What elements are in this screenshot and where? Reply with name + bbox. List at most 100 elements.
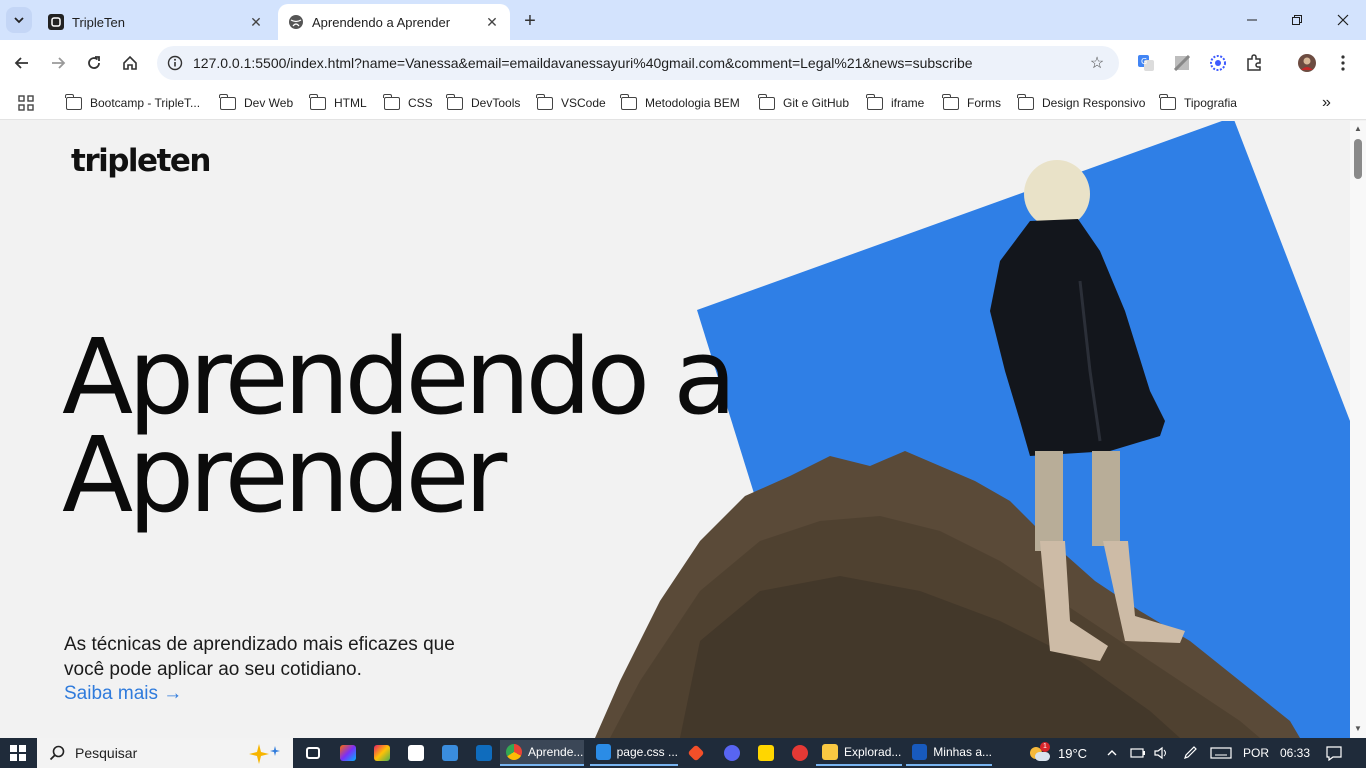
copilot-app-icon[interactable] <box>334 740 362 766</box>
restore-icon <box>1292 15 1302 25</box>
forward-button[interactable] <box>44 49 72 77</box>
bookmark-folder[interactable]: Tipografia <box>1159 92 1237 114</box>
svg-text:G: G <box>1141 57 1147 66</box>
taskbar-app-label: Explorad... <box>844 745 902 759</box>
search-placeholder: Pesquisar <box>75 745 138 761</box>
clock[interactable]: 06:33 <box>1280 738 1310 768</box>
settings-app-icon[interactable] <box>436 740 464 766</box>
camera-app-icon[interactable] <box>402 740 430 766</box>
taskbar-app-label: page.css ... <box>616 745 678 759</box>
bookmark-folder[interactable]: Forms <box>942 92 1001 114</box>
close-window-button[interactable] <box>1320 6 1366 34</box>
bookmark-label: DevTools <box>471 96 521 110</box>
bookmark-label: Git e GitHub <box>783 96 850 110</box>
weather-widget[interactable]: 1 19°C <box>1028 738 1087 768</box>
folder-icon <box>446 93 463 110</box>
battery-icon[interactable] <box>1130 738 1146 768</box>
bookmark-star-icon[interactable]: ☆ <box>1083 49 1111 77</box>
taskbar-app-label: Aprende... <box>528 745 584 759</box>
windows-start-icon[interactable] <box>10 745 26 761</box>
notifications-icon[interactable] <box>1325 738 1343 768</box>
figure-hair <box>1024 160 1090 228</box>
folder-icon <box>65 93 82 110</box>
volume-icon[interactable] <box>1154 738 1170 768</box>
restore-button[interactable] <box>1274 6 1320 34</box>
weather-icon: 1 <box>1028 742 1050 762</box>
profile-avatar-icon[interactable] <box>1297 53 1317 73</box>
bookmark-label: Tipografia <box>1184 96 1237 110</box>
tab-aprendendo[interactable]: Aprendendo a Aprender ✕ <box>278 4 510 40</box>
folder-icon <box>620 93 637 110</box>
scroll-up-icon[interactable]: ▲ <box>1354 125 1362 133</box>
hero-subtitle: As técnicas de aprendizado mais eficazes… <box>64 634 455 680</box>
sticky-notes-app-icon[interactable] <box>752 740 780 766</box>
task-view-icon[interactable] <box>300 740 326 766</box>
language-indicator[interactable]: POR <box>1243 738 1269 768</box>
taskbar-app-label: Minhas a... <box>933 745 992 759</box>
tab-title: Aprendendo a Aprender <box>312 14 451 30</box>
bookmark-folder[interactable]: Dev Web <box>219 92 293 114</box>
folder-icon <box>309 93 326 110</box>
tab-title: TripleTen <box>72 14 125 30</box>
close-tab-icon[interactable]: ✕ <box>246 12 266 32</box>
taskbar-chrome[interactable]: Aprende... <box>500 740 584 766</box>
git-app-icon[interactable] <box>684 740 708 766</box>
globe-icon <box>288 14 304 30</box>
home-button[interactable] <box>116 49 144 77</box>
more-bookmarks-button[interactable]: » <box>1322 92 1331 114</box>
page-scrollbar[interactable]: ▲ ▼ <box>1350 121 1366 738</box>
close-tab-icon[interactable]: ✕ <box>482 12 502 32</box>
folder-icon <box>1159 93 1176 110</box>
word-icon <box>912 744 928 760</box>
close-icon <box>1337 14 1349 26</box>
arrow-left-icon <box>14 57 28 69</box>
google-translate-icon[interactable]: G <box>1136 53 1156 73</box>
extensions-puzzle-icon[interactable] <box>1244 53 1264 73</box>
bookmark-folder[interactable]: VSCode <box>536 92 606 114</box>
extension-square-icon[interactable] <box>1172 53 1192 73</box>
bookmark-folder[interactable]: HTML <box>309 92 367 114</box>
taskbar-word[interactable]: Minhas a... <box>906 740 992 766</box>
discord-app-icon[interactable] <box>718 740 746 766</box>
site-info-icon[interactable] <box>165 53 185 73</box>
menu-dots-icon[interactable] <box>1333 53 1353 73</box>
learn-more-link[interactable]: Saiba mais → <box>64 683 182 705</box>
paint-app-icon[interactable] <box>368 740 396 766</box>
keyboard-icon[interactable] <box>1210 738 1232 768</box>
tab-search-button[interactable] <box>6 7 32 33</box>
tripleten-logo[interactable]: tripleten <box>71 143 212 179</box>
bookmark-folder[interactable]: iframe <box>866 92 925 114</box>
taskbar-search[interactable]: Pesquisar <box>37 738 293 768</box>
scroll-thumb[interactable] <box>1354 139 1362 179</box>
bookmark-folder[interactable]: Git e GitHub <box>758 92 850 114</box>
url-text[interactable]: 127.0.0.1:5500/index.html?name=Vanessa&e… <box>193 55 1083 71</box>
media-player-app-icon[interactable] <box>786 740 814 766</box>
reload-icon <box>88 56 100 69</box>
bookmark-folder[interactable]: DevTools <box>446 92 521 114</box>
outlook-app-icon[interactable] <box>470 740 498 766</box>
pen-icon[interactable] <box>1182 738 1198 768</box>
minimize-icon <box>1247 19 1257 21</box>
bookmark-label: Forms <box>967 96 1001 110</box>
chevron-down-icon <box>14 17 24 24</box>
bookmark-label: Bootcamp - TripleT... <box>90 96 201 110</box>
weather-badge: 1 <box>1040 742 1050 752</box>
bookmark-folder[interactable]: Bootcamp - TripleT... <box>65 92 201 114</box>
show-hidden-icons[interactable] <box>1106 738 1118 768</box>
taskbar-explorer[interactable]: Explorad... <box>816 740 902 766</box>
apps-grid-icon[interactable] <box>18 92 34 114</box>
new-tab-button[interactable]: + <box>518 9 542 33</box>
extension-star-icon[interactable] <box>1208 53 1228 73</box>
back-button[interactable] <box>8 49 36 77</box>
tab-tripleten[interactable]: TripleTen ✕ <box>38 4 274 40</box>
bookmark-folder[interactable]: CSS <box>383 92 433 114</box>
bookmark-folder[interactable]: Metodologia BEM <box>620 92 740 114</box>
tripleten-favicon-icon <box>48 14 64 30</box>
reload-button[interactable] <box>80 49 108 77</box>
bookmark-folder[interactable]: Design Responsivo <box>1017 92 1145 114</box>
address-bar[interactable]: 127.0.0.1:5500/index.html?name=Vanessa&e… <box>157 46 1119 80</box>
taskbar-vscode[interactable]: page.css ... <box>590 740 678 766</box>
scroll-down-icon[interactable]: ▼ <box>1354 725 1362 733</box>
bookmark-label: iframe <box>891 96 925 110</box>
minimize-button[interactable] <box>1229 6 1275 34</box>
